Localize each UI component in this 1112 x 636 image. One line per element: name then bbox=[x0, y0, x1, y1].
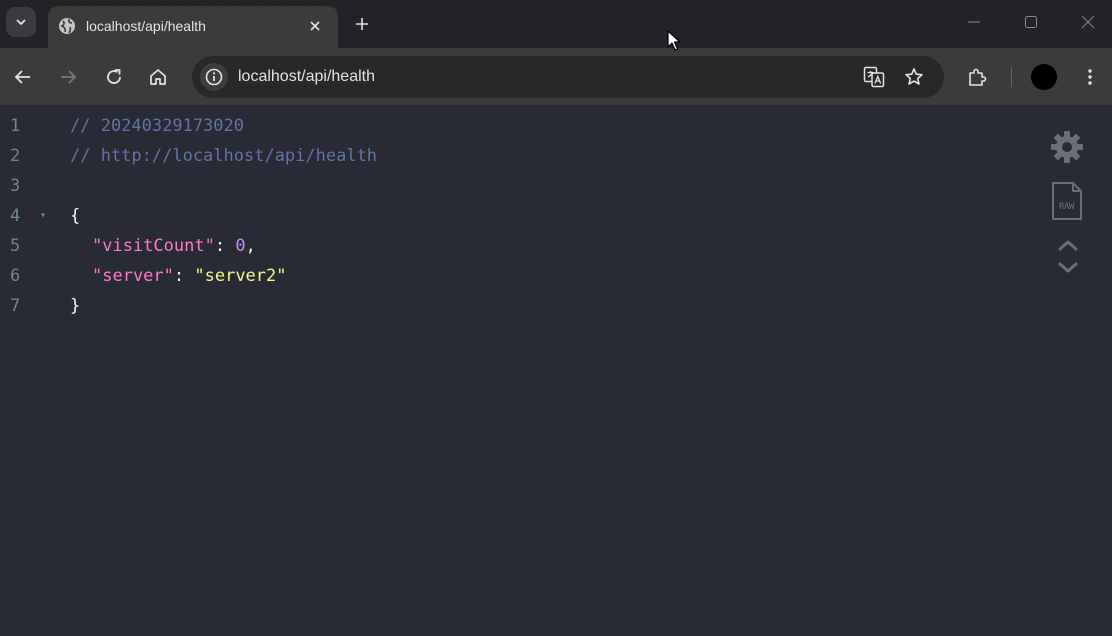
maximize-icon bbox=[1025, 16, 1037, 28]
gear-icon bbox=[1051, 131, 1083, 163]
code-line: 1 // 20240329173020 bbox=[0, 112, 1000, 142]
raw-file-icon bbox=[1052, 182, 1082, 220]
chevron-up-icon bbox=[1058, 240, 1078, 251]
home-button[interactable] bbox=[145, 64, 171, 90]
code-line: 5 "visitCount": 0, bbox=[0, 232, 1000, 262]
code-line: 2 // http://localhost/api/health bbox=[0, 142, 1000, 172]
comment-timestamp: // 20240329173020 bbox=[70, 116, 244, 136]
code-line: 6 "server": "server2" bbox=[0, 262, 1000, 292]
expand-all-button[interactable] bbox=[1056, 259, 1080, 277]
new-tab-button[interactable] bbox=[350, 12, 374, 36]
tab-strip: localhost/api/health bbox=[0, 0, 1112, 48]
code-line: 7 } bbox=[0, 292, 1000, 322]
settings-button[interactable] bbox=[1048, 128, 1086, 166]
json-number-value: 0 bbox=[235, 236, 246, 256]
json-separator: : bbox=[214, 236, 236, 256]
raw-label: RAW bbox=[1059, 202, 1074, 212]
globe-icon bbox=[59, 18, 75, 34]
window-close-button[interactable] bbox=[1078, 12, 1098, 32]
toolbar-divider bbox=[1011, 67, 1012, 87]
line-number: 3 bbox=[10, 176, 21, 196]
minimize-button[interactable] bbox=[964, 12, 984, 32]
home-icon bbox=[150, 69, 166, 85]
plus-icon bbox=[356, 18, 368, 30]
address-bar[interactable]: localhost/api/health bbox=[192, 56, 944, 98]
line-number: 5 bbox=[10, 236, 21, 256]
site-info-button[interactable] bbox=[200, 63, 228, 91]
reload-icon bbox=[107, 69, 121, 84]
line-number: 7 bbox=[10, 296, 21, 316]
line-number: 6 bbox=[10, 266, 21, 286]
tab-title: localhost/api/health bbox=[86, 18, 206, 34]
fold-toggle-icon[interactable]: ▾ bbox=[40, 210, 46, 221]
json-comma: , bbox=[245, 236, 256, 256]
line-number: 1 bbox=[10, 116, 21, 136]
raw-view-button[interactable]: RAW bbox=[1050, 181, 1084, 221]
json-viewer: 1 // 20240329173020 2 // http://localhos… bbox=[0, 107, 1112, 636]
puzzle-icon bbox=[969, 68, 987, 86]
json-key: "visitCount" bbox=[92, 236, 215, 256]
maximize-button[interactable] bbox=[1021, 12, 1041, 32]
minimize-icon bbox=[968, 21, 980, 23]
translate-button[interactable] bbox=[863, 66, 885, 88]
forward-arrow-icon bbox=[61, 70, 77, 84]
back-arrow-icon bbox=[14, 70, 30, 84]
reload-button[interactable] bbox=[101, 64, 127, 90]
chevron-down-icon bbox=[16, 19, 26, 26]
json-separator: : bbox=[173, 266, 195, 286]
mouse-cursor-icon bbox=[667, 30, 681, 51]
translate-icon bbox=[863, 66, 885, 88]
code-line: 3 bbox=[0, 172, 1000, 202]
kebab-menu-icon bbox=[1088, 69, 1092, 85]
url-text[interactable]: localhost/api/health bbox=[238, 68, 375, 86]
open-brace: { bbox=[70, 206, 81, 226]
profile-avatar[interactable] bbox=[1031, 64, 1057, 90]
line-number: 2 bbox=[10, 146, 21, 166]
json-string-value: "server2" bbox=[194, 266, 287, 286]
forward-button[interactable] bbox=[55, 64, 81, 90]
chevron-down-icon bbox=[1058, 262, 1078, 273]
close-brace: } bbox=[70, 296, 81, 316]
tab-close-button[interactable] bbox=[305, 16, 325, 36]
bookmark-button[interactable] bbox=[903, 66, 925, 88]
menu-button[interactable] bbox=[1077, 64, 1103, 90]
browser-toolbar: localhost/api/health bbox=[0, 48, 1112, 106]
tab-active[interactable]: localhost/api/health bbox=[48, 6, 338, 48]
tab-search-button[interactable] bbox=[6, 7, 36, 37]
close-icon bbox=[1081, 15, 1095, 29]
json-entry: "visitCount": 0, bbox=[92, 236, 256, 256]
code-line: 4 ▾ { bbox=[0, 202, 1000, 232]
back-button[interactable] bbox=[10, 64, 36, 90]
json-entry: "server": "server2" bbox=[92, 266, 287, 286]
line-number: 4 bbox=[10, 206, 21, 226]
json-key: "server" bbox=[92, 266, 174, 286]
extensions-button[interactable] bbox=[964, 64, 990, 90]
collapse-all-button[interactable] bbox=[1056, 236, 1080, 254]
info-icon bbox=[205, 68, 223, 86]
star-icon bbox=[905, 68, 923, 85]
comment-url: // http://localhost/api/health bbox=[70, 146, 378, 166]
close-icon bbox=[310, 21, 320, 31]
